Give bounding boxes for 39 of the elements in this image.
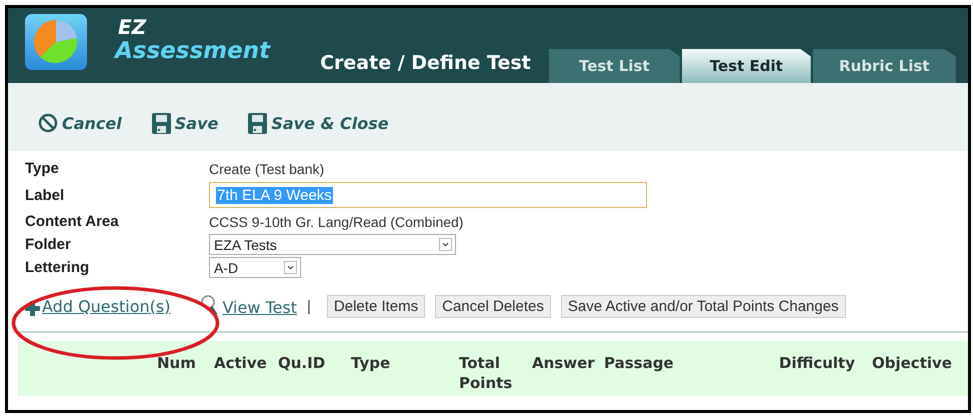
field-label: Content Area [25,213,119,230]
tab[interactable]: Test List [548,49,680,83]
caret-icon [439,238,452,251]
save-button[interactable]: Save & Close [248,112,389,134]
separator: | [307,298,311,314]
logo-text: Assessment [115,38,270,64]
cancel-button[interactable]: Cancel [38,113,122,133]
pie-chart-logo-icon [25,14,87,70]
field-label: Type [25,160,59,177]
logo-text: EZ [118,16,148,38]
field-label: Folder [25,236,71,253]
column-header: Objective [872,353,953,374]
column-header: Passage [604,353,675,374]
field-value: Create (Test bank) [209,160,326,176]
save-button[interactable]: Save [152,112,218,134]
dropdown[interactable]: EZA Tests [209,234,456,255]
column-header: Active [214,353,268,374]
column-header: Total Points [459,353,514,394]
tab[interactable]: Test Edit [682,49,811,83]
page-title: Create / Define Test [320,52,531,74]
cancel-icon [38,113,58,133]
action-button[interactable]: Save Active and/or Total Points Changes [560,294,846,318]
caret-icon [284,261,297,274]
field-label: Lettering [25,259,90,276]
action-button[interactable]: Cancel Deletes [435,294,551,318]
field-value: CCSS 9-10th Gr. Lang/Read (Combined) [209,214,464,230]
plus-icon [25,300,40,316]
dropdown[interactable]: A-D [209,257,301,278]
column-header: Answer [532,353,596,374]
action-button[interactable]: Delete Items [326,294,426,318]
view-test-link[interactable]: View Test [200,295,298,317]
field-label: Label [25,186,64,204]
column-header: Type [351,353,392,374]
magnifier-icon [200,295,220,317]
column-header: Difficulty [779,353,856,374]
column-header: Num [157,353,197,374]
column-header: Qu.ID [278,353,326,374]
tab[interactable]: Rubric List [812,49,956,83]
add-questions-link[interactable]: Add Question(s) [25,296,170,316]
